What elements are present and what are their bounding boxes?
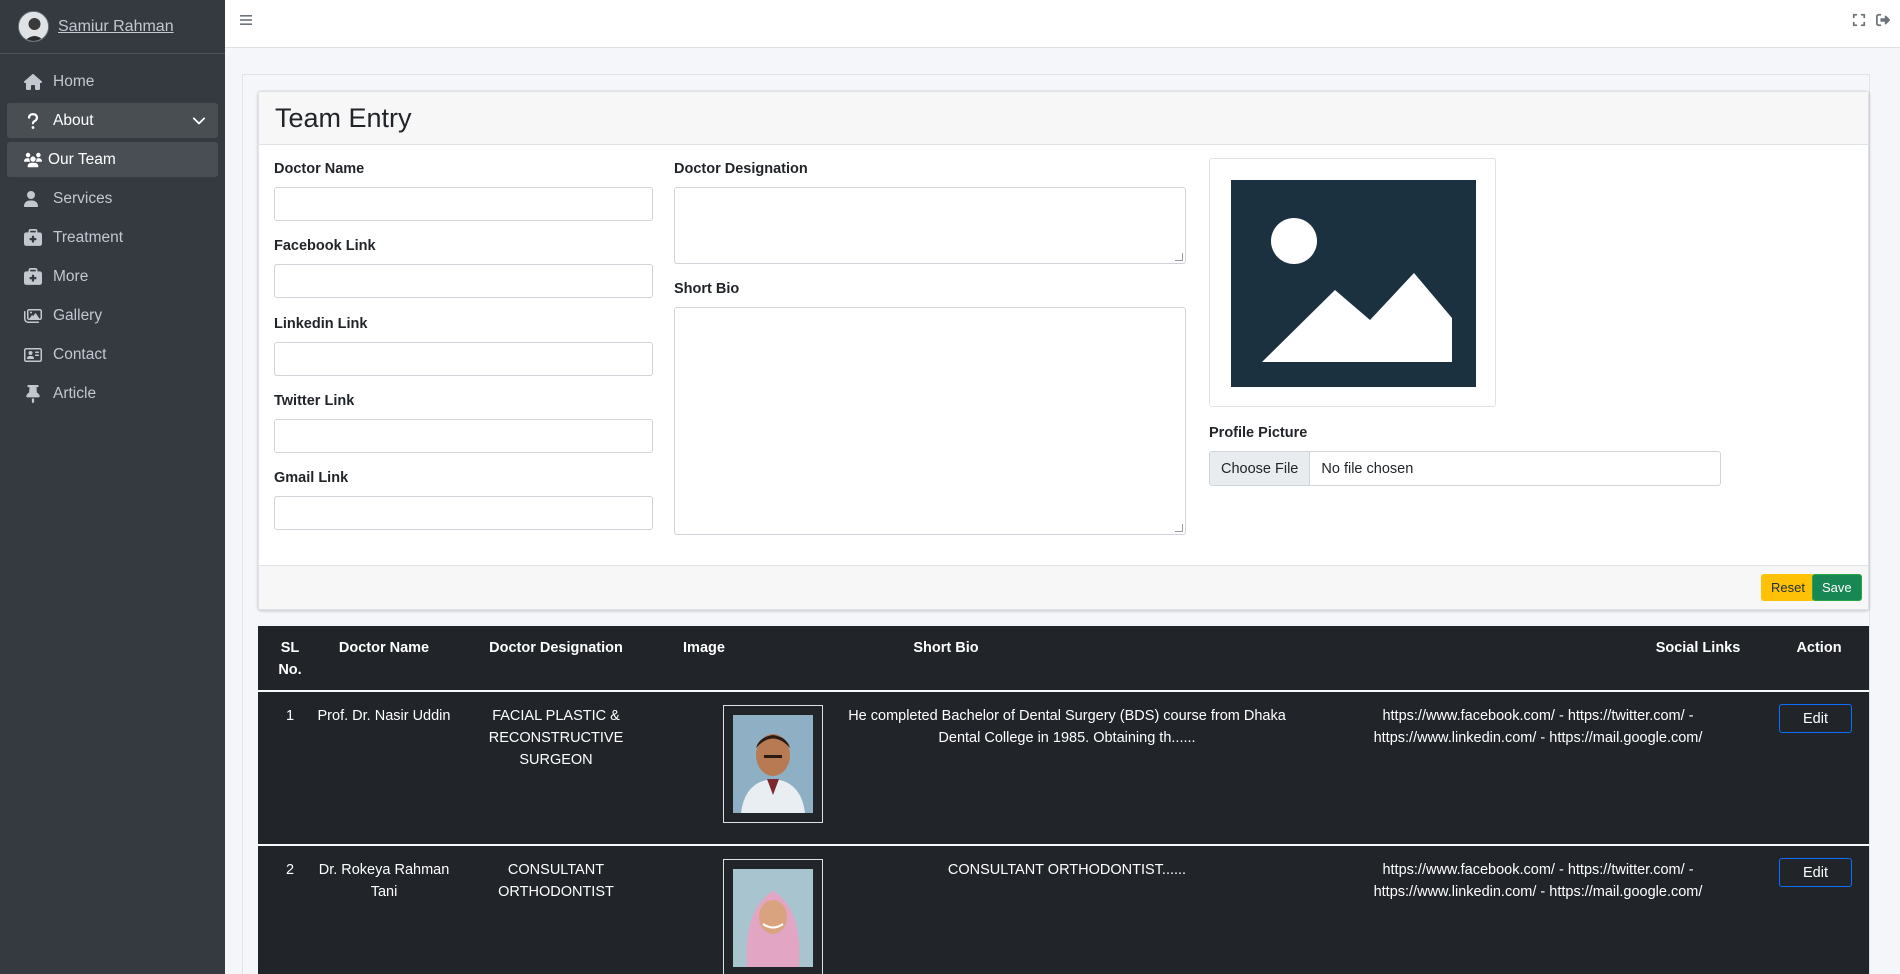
cell-doctor-name: Dr. Rokeya Rahman Tani bbox=[318, 862, 450, 900]
sidebar-item-gallery[interactable]: Gallery bbox=[7, 298, 218, 333]
twitter-link-label: Twitter Link bbox=[274, 393, 355, 409]
table-header: SL No. Doctor Name Doctor Designation Im… bbox=[258, 626, 1869, 692]
choose-file-button[interactable]: Choose File bbox=[1210, 452, 1311, 485]
cell-designation: FACIAL PLASTIC & RECONSTRUCTIVE SURGEON bbox=[488, 708, 624, 768]
gmail-link-input[interactable] bbox=[274, 496, 653, 530]
sidebar-item-more[interactable]: More bbox=[7, 259, 218, 294]
page-title: Team Entry bbox=[275, 103, 412, 133]
doctor-name-input[interactable] bbox=[274, 187, 653, 221]
image-placeholder-icon bbox=[1230, 179, 1477, 388]
save-button[interactable]: Save bbox=[1812, 574, 1862, 601]
profile-picture-label: Profile Picture bbox=[1209, 425, 1308, 441]
facebook-link-input[interactable] bbox=[274, 264, 653, 298]
sidebar-item-treatment[interactable]: Treatment bbox=[7, 220, 218, 255]
sidebar-item-article[interactable]: Article bbox=[7, 376, 218, 411]
fullscreen-icon[interactable] bbox=[1852, 13, 1866, 32]
doctor-photo bbox=[723, 859, 823, 974]
topbar-actions bbox=[1852, 13, 1890, 32]
twitter-link-input[interactable] bbox=[274, 419, 653, 453]
table-row: 1 Prof. Dr. Nasir Uddin FACIAL PLASTIC &… bbox=[258, 692, 1869, 846]
medkit-icon bbox=[22, 267, 44, 286]
cell-social-links: https://www.facebook.com/ - https://twit… bbox=[1373, 862, 1703, 900]
card-header: Team Entry bbox=[259, 92, 1868, 145]
chevron-down-icon bbox=[192, 113, 206, 127]
file-status-text: No file chosen bbox=[1321, 460, 1414, 477]
contact-card-icon bbox=[22, 346, 44, 364]
short-bio-label: Short Bio bbox=[674, 281, 740, 297]
cell-sl: 2 bbox=[285, 862, 295, 878]
linkedin-link-input[interactable] bbox=[274, 342, 653, 376]
team-entry-form: Doctor Name Facebook Link Linkedin Link … bbox=[259, 145, 1868, 565]
facebook-link-label: Facebook Link bbox=[274, 238, 376, 254]
cell-sl: 1 bbox=[285, 708, 295, 724]
col-header-short-bio: Short Bio bbox=[913, 640, 979, 656]
user-name-link[interactable]: Samiur Rahman bbox=[58, 18, 174, 36]
sidebar-item-label: Treatment bbox=[53, 228, 124, 246]
sidebar-item-label: More bbox=[53, 267, 89, 285]
cell-social-links: https://www.facebook.com/ - https://twit… bbox=[1373, 708, 1703, 746]
short-bio-textarea[interactable] bbox=[674, 307, 1186, 535]
cell-doctor-name: Prof. Dr. Nasir Uddin bbox=[317, 708, 451, 724]
col-header-action: Action bbox=[1796, 640, 1842, 656]
user-service-icon bbox=[22, 190, 44, 208]
sidebar-item-label: Contact bbox=[53, 345, 107, 363]
cell-short-bio: CONSULTANT ORTHODONTIST...... bbox=[947, 862, 1187, 878]
sidebar-item-label: Our Team bbox=[48, 150, 116, 168]
sidebar-item-label: Gallery bbox=[53, 306, 103, 324]
gmail-link-label: Gmail Link bbox=[274, 470, 349, 486]
cell-short-bio: He completed Bachelor of Dental Surgery … bbox=[848, 708, 1286, 746]
col-header-doctor-name: Doctor Name bbox=[338, 640, 430, 656]
home-icon bbox=[22, 73, 44, 91]
profile-picture-file-input[interactable]: Choose File No file chosen bbox=[1209, 451, 1721, 486]
team-entry-card: Team Entry Doctor Name Facebook Link Lin… bbox=[258, 91, 1869, 610]
sidebar-item-our-team[interactable]: Our Team bbox=[7, 142, 218, 177]
sidebar-item-about[interactable]: About bbox=[7, 103, 218, 138]
avatar[interactable] bbox=[18, 11, 49, 42]
images-icon bbox=[22, 307, 44, 325]
edit-button[interactable]: Edit bbox=[1779, 858, 1852, 887]
col-header-image: Image bbox=[683, 640, 725, 656]
logout-icon[interactable] bbox=[1876, 13, 1890, 32]
doctor-name-label: Doctor Name bbox=[274, 161, 365, 177]
sidebar-item-label: Services bbox=[53, 189, 113, 207]
doctor-designation-textarea[interactable] bbox=[674, 187, 1186, 264]
sidebar-item-contact[interactable]: Contact bbox=[7, 337, 218, 372]
cell-designation: CONSULTANT ORTHODONTIST bbox=[498, 862, 614, 900]
linkedin-link-label: Linkedin Link bbox=[274, 316, 368, 332]
top-navbar bbox=[225, 0, 1900, 48]
sidebar-item-home[interactable]: Home bbox=[7, 64, 218, 99]
sidebar-item-label: Home bbox=[53, 72, 95, 90]
thumbtack-icon bbox=[22, 384, 44, 403]
edit-button[interactable]: Edit bbox=[1779, 704, 1852, 733]
profile-picture-preview bbox=[1209, 158, 1496, 407]
sidebar-item-label: Article bbox=[53, 384, 97, 402]
reset-button[interactable]: Reset bbox=[1761, 574, 1815, 601]
users-icon bbox=[22, 151, 44, 169]
sidebar: Samiur Rahman Home About Our Team Servic… bbox=[0, 0, 225, 974]
medkit-icon bbox=[22, 228, 44, 247]
question-icon bbox=[22, 112, 44, 130]
sidebar-nav: Home About Our Team Services Treatment M… bbox=[0, 54, 225, 411]
doctor-photo bbox=[723, 705, 823, 823]
menu-toggle-icon[interactable] bbox=[239, 13, 253, 27]
sidebar-item-services[interactable]: Services bbox=[7, 181, 218, 216]
card-footer: Reset Save bbox=[259, 565, 1868, 609]
table-row: 2 Dr. Rokeya Rahman Tani CONSULTANT ORTH… bbox=[258, 846, 1869, 974]
user-panel: Samiur Rahman bbox=[0, 0, 225, 54]
col-header-designation: Doctor Designation bbox=[489, 640, 623, 656]
sidebar-item-label: About bbox=[53, 111, 94, 129]
team-table: SL No. Doctor Name Doctor Designation Im… bbox=[258, 626, 1869, 974]
col-header-sl: SL No. bbox=[278, 640, 302, 678]
doctor-designation-label: Doctor Designation bbox=[674, 161, 808, 177]
